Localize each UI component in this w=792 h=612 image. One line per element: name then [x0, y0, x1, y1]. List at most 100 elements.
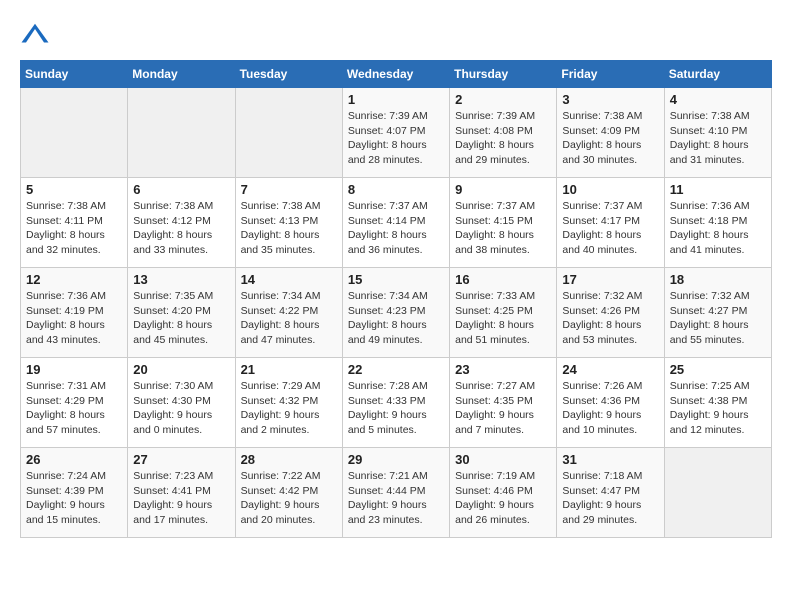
calendar-week-row: 5 Sunrise: 7:38 AM Sunset: 4:11 PM Daylig…: [21, 178, 772, 268]
day-info: Sunrise: 7:33 AM Sunset: 4:25 PM Dayligh…: [455, 289, 551, 348]
calendar-cell: 11 Sunrise: 7:36 AM Sunset: 4:18 PM Dayli…: [664, 178, 771, 268]
weekday-header: Thursday: [450, 61, 557, 88]
day-info: Sunrise: 7:30 AM Sunset: 4:30 PM Dayligh…: [133, 379, 229, 438]
day-number: 4: [670, 92, 766, 107]
calendar-cell: [235, 88, 342, 178]
calendar-cell: 7 Sunrise: 7:38 AM Sunset: 4:13 PM Daylig…: [235, 178, 342, 268]
day-info: Sunrise: 7:19 AM Sunset: 4:46 PM Dayligh…: [455, 469, 551, 528]
day-number: 21: [241, 362, 337, 377]
calendar-cell: 4 Sunrise: 7:38 AM Sunset: 4:10 PM Daylig…: [664, 88, 771, 178]
day-number: 18: [670, 272, 766, 287]
day-number: 23: [455, 362, 551, 377]
weekday-header: Sunday: [21, 61, 128, 88]
day-info: Sunrise: 7:38 AM Sunset: 4:12 PM Dayligh…: [133, 199, 229, 258]
day-info: Sunrise: 7:25 AM Sunset: 4:38 PM Dayligh…: [670, 379, 766, 438]
day-number: 14: [241, 272, 337, 287]
day-info: Sunrise: 7:24 AM Sunset: 4:39 PM Dayligh…: [26, 469, 122, 528]
day-info: Sunrise: 7:38 AM Sunset: 4:09 PM Dayligh…: [562, 109, 658, 168]
calendar-cell: 13 Sunrise: 7:35 AM Sunset: 4:20 PM Dayli…: [128, 268, 235, 358]
day-info: Sunrise: 7:39 AM Sunset: 4:08 PM Dayligh…: [455, 109, 551, 168]
day-info: Sunrise: 7:35 AM Sunset: 4:20 PM Dayligh…: [133, 289, 229, 348]
day-number: 2: [455, 92, 551, 107]
day-number: 9: [455, 182, 551, 197]
weekday-header: Friday: [557, 61, 664, 88]
calendar-header: SundayMondayTuesdayWednesdayThursdayFrid…: [21, 61, 772, 88]
calendar-week-row: 26 Sunrise: 7:24 AM Sunset: 4:39 PM Dayli…: [21, 448, 772, 538]
day-number: 12: [26, 272, 122, 287]
day-info: Sunrise: 7:29 AM Sunset: 4:32 PM Dayligh…: [241, 379, 337, 438]
day-number: 13: [133, 272, 229, 287]
calendar-cell: 29 Sunrise: 7:21 AM Sunset: 4:44 PM Dayli…: [342, 448, 449, 538]
day-number: 25: [670, 362, 766, 377]
day-info: Sunrise: 7:37 AM Sunset: 4:14 PM Dayligh…: [348, 199, 444, 258]
day-number: 26: [26, 452, 122, 467]
day-info: Sunrise: 7:34 AM Sunset: 4:23 PM Dayligh…: [348, 289, 444, 348]
calendar-cell: 22 Sunrise: 7:28 AM Sunset: 4:33 PM Dayli…: [342, 358, 449, 448]
calendar-cell: 8Sunrise: 7:37 AM Sunset: 4:14 PM Daylig…: [342, 178, 449, 268]
calendar-cell: 24Sunrise: 7:26 AM Sunset: 4:36 PM Dayli…: [557, 358, 664, 448]
day-info: Sunrise: 7:36 AM Sunset: 4:18 PM Dayligh…: [670, 199, 766, 258]
calendar-cell: 12Sunrise: 7:36 AM Sunset: 4:19 PM Dayli…: [21, 268, 128, 358]
day-info: Sunrise: 7:28 AM Sunset: 4:33 PM Dayligh…: [348, 379, 444, 438]
day-number: 15: [348, 272, 444, 287]
day-number: 20: [133, 362, 229, 377]
day-number: 1: [348, 92, 444, 107]
day-number: 5: [26, 182, 122, 197]
day-info: Sunrise: 7:37 AM Sunset: 4:17 PM Dayligh…: [562, 199, 658, 258]
calendar-cell: 3 Sunrise: 7:38 AM Sunset: 4:09 PM Daylig…: [557, 88, 664, 178]
weekday-header: Monday: [128, 61, 235, 88]
calendar-cell: 23 Sunrise: 7:27 AM Sunset: 4:35 PM Dayli…: [450, 358, 557, 448]
day-info: Sunrise: 7:22 AM Sunset: 4:42 PM Dayligh…: [241, 469, 337, 528]
day-info: Sunrise: 7:26 AM Sunset: 4:36 PM Dayligh…: [562, 379, 658, 438]
day-number: 6: [133, 182, 229, 197]
calendar-cell: 1 Sunrise: 7:39 AM Sunset: 4:07 PM Daylig…: [342, 88, 449, 178]
calendar-cell: 18Sunrise: 7:32 AM Sunset: 4:27 PM Dayli…: [664, 268, 771, 358]
day-info: Sunrise: 7:31 AM Sunset: 4:29 PM Dayligh…: [26, 379, 122, 438]
calendar-cell: 10 Sunrise: 7:37 AM Sunset: 4:17 PM Dayli…: [557, 178, 664, 268]
day-number: 28: [241, 452, 337, 467]
day-number: 10: [562, 182, 658, 197]
weekday-row: SundayMondayTuesdayWednesdayThursdayFrid…: [21, 61, 772, 88]
day-number: 19: [26, 362, 122, 377]
calendar-table: SundayMondayTuesdayWednesdayThursdayFrid…: [20, 60, 772, 538]
day-info: Sunrise: 7:34 AM Sunset: 4:22 PM Dayligh…: [241, 289, 337, 348]
logo-icon: [20, 20, 50, 50]
day-number: 27: [133, 452, 229, 467]
calendar-cell: 6 Sunrise: 7:38 AM Sunset: 4:12 PM Daylig…: [128, 178, 235, 268]
calendar-week-row: 1 Sunrise: 7:39 AM Sunset: 4:07 PM Daylig…: [21, 88, 772, 178]
day-info: Sunrise: 7:39 AM Sunset: 4:07 PM Dayligh…: [348, 109, 444, 168]
calendar-cell: [21, 88, 128, 178]
day-info: Sunrise: 7:18 AM Sunset: 4:47 PM Dayligh…: [562, 469, 658, 528]
day-number: 16: [455, 272, 551, 287]
calendar-cell: 21 Sunrise: 7:29 AM Sunset: 4:32 PM Dayli…: [235, 358, 342, 448]
day-info: Sunrise: 7:37 AM Sunset: 4:15 PM Dayligh…: [455, 199, 551, 258]
day-info: Sunrise: 7:21 AM Sunset: 4:44 PM Dayligh…: [348, 469, 444, 528]
calendar-body: 1 Sunrise: 7:39 AM Sunset: 4:07 PM Daylig…: [21, 88, 772, 538]
day-info: Sunrise: 7:32 AM Sunset: 4:26 PM Dayligh…: [562, 289, 658, 348]
day-number: 30: [455, 452, 551, 467]
calendar-cell: 31Sunrise: 7:18 AM Sunset: 4:47 PM Dayli…: [557, 448, 664, 538]
day-info: Sunrise: 7:23 AM Sunset: 4:41 PM Dayligh…: [133, 469, 229, 528]
day-info: Sunrise: 7:38 AM Sunset: 4:11 PM Dayligh…: [26, 199, 122, 258]
calendar-cell: 5 Sunrise: 7:38 AM Sunset: 4:11 PM Daylig…: [21, 178, 128, 268]
calendar-cell: 15 Sunrise: 7:34 AM Sunset: 4:23 PM Dayli…: [342, 268, 449, 358]
calendar-cell: 28 Sunrise: 7:22 AM Sunset: 4:42 PM Dayli…: [235, 448, 342, 538]
calendar-cell: [664, 448, 771, 538]
day-number: 7: [241, 182, 337, 197]
weekday-header: Tuesday: [235, 61, 342, 88]
day-number: 3: [562, 92, 658, 107]
weekday-header: Wednesday: [342, 61, 449, 88]
calendar-cell: 30 Sunrise: 7:19 AM Sunset: 4:46 PM Dayli…: [450, 448, 557, 538]
day-number: 29: [348, 452, 444, 467]
day-info: Sunrise: 7:38 AM Sunset: 4:10 PM Dayligh…: [670, 109, 766, 168]
calendar-cell: 16 Sunrise: 7:33 AM Sunset: 4:25 PM Dayli…: [450, 268, 557, 358]
day-number: 17: [562, 272, 658, 287]
calendar-cell: 20 Sunrise: 7:30 AM Sunset: 4:30 PM Dayli…: [128, 358, 235, 448]
calendar-cell: 9 Sunrise: 7:37 AM Sunset: 4:15 PM Daylig…: [450, 178, 557, 268]
day-info: Sunrise: 7:27 AM Sunset: 4:35 PM Dayligh…: [455, 379, 551, 438]
day-number: 22: [348, 362, 444, 377]
day-info: Sunrise: 7:38 AM Sunset: 4:13 PM Dayligh…: [241, 199, 337, 258]
calendar-cell: 2 Sunrise: 7:39 AM Sunset: 4:08 PM Daylig…: [450, 88, 557, 178]
day-number: 11: [670, 182, 766, 197]
calendar-week-row: 12Sunrise: 7:36 AM Sunset: 4:19 PM Dayli…: [21, 268, 772, 358]
